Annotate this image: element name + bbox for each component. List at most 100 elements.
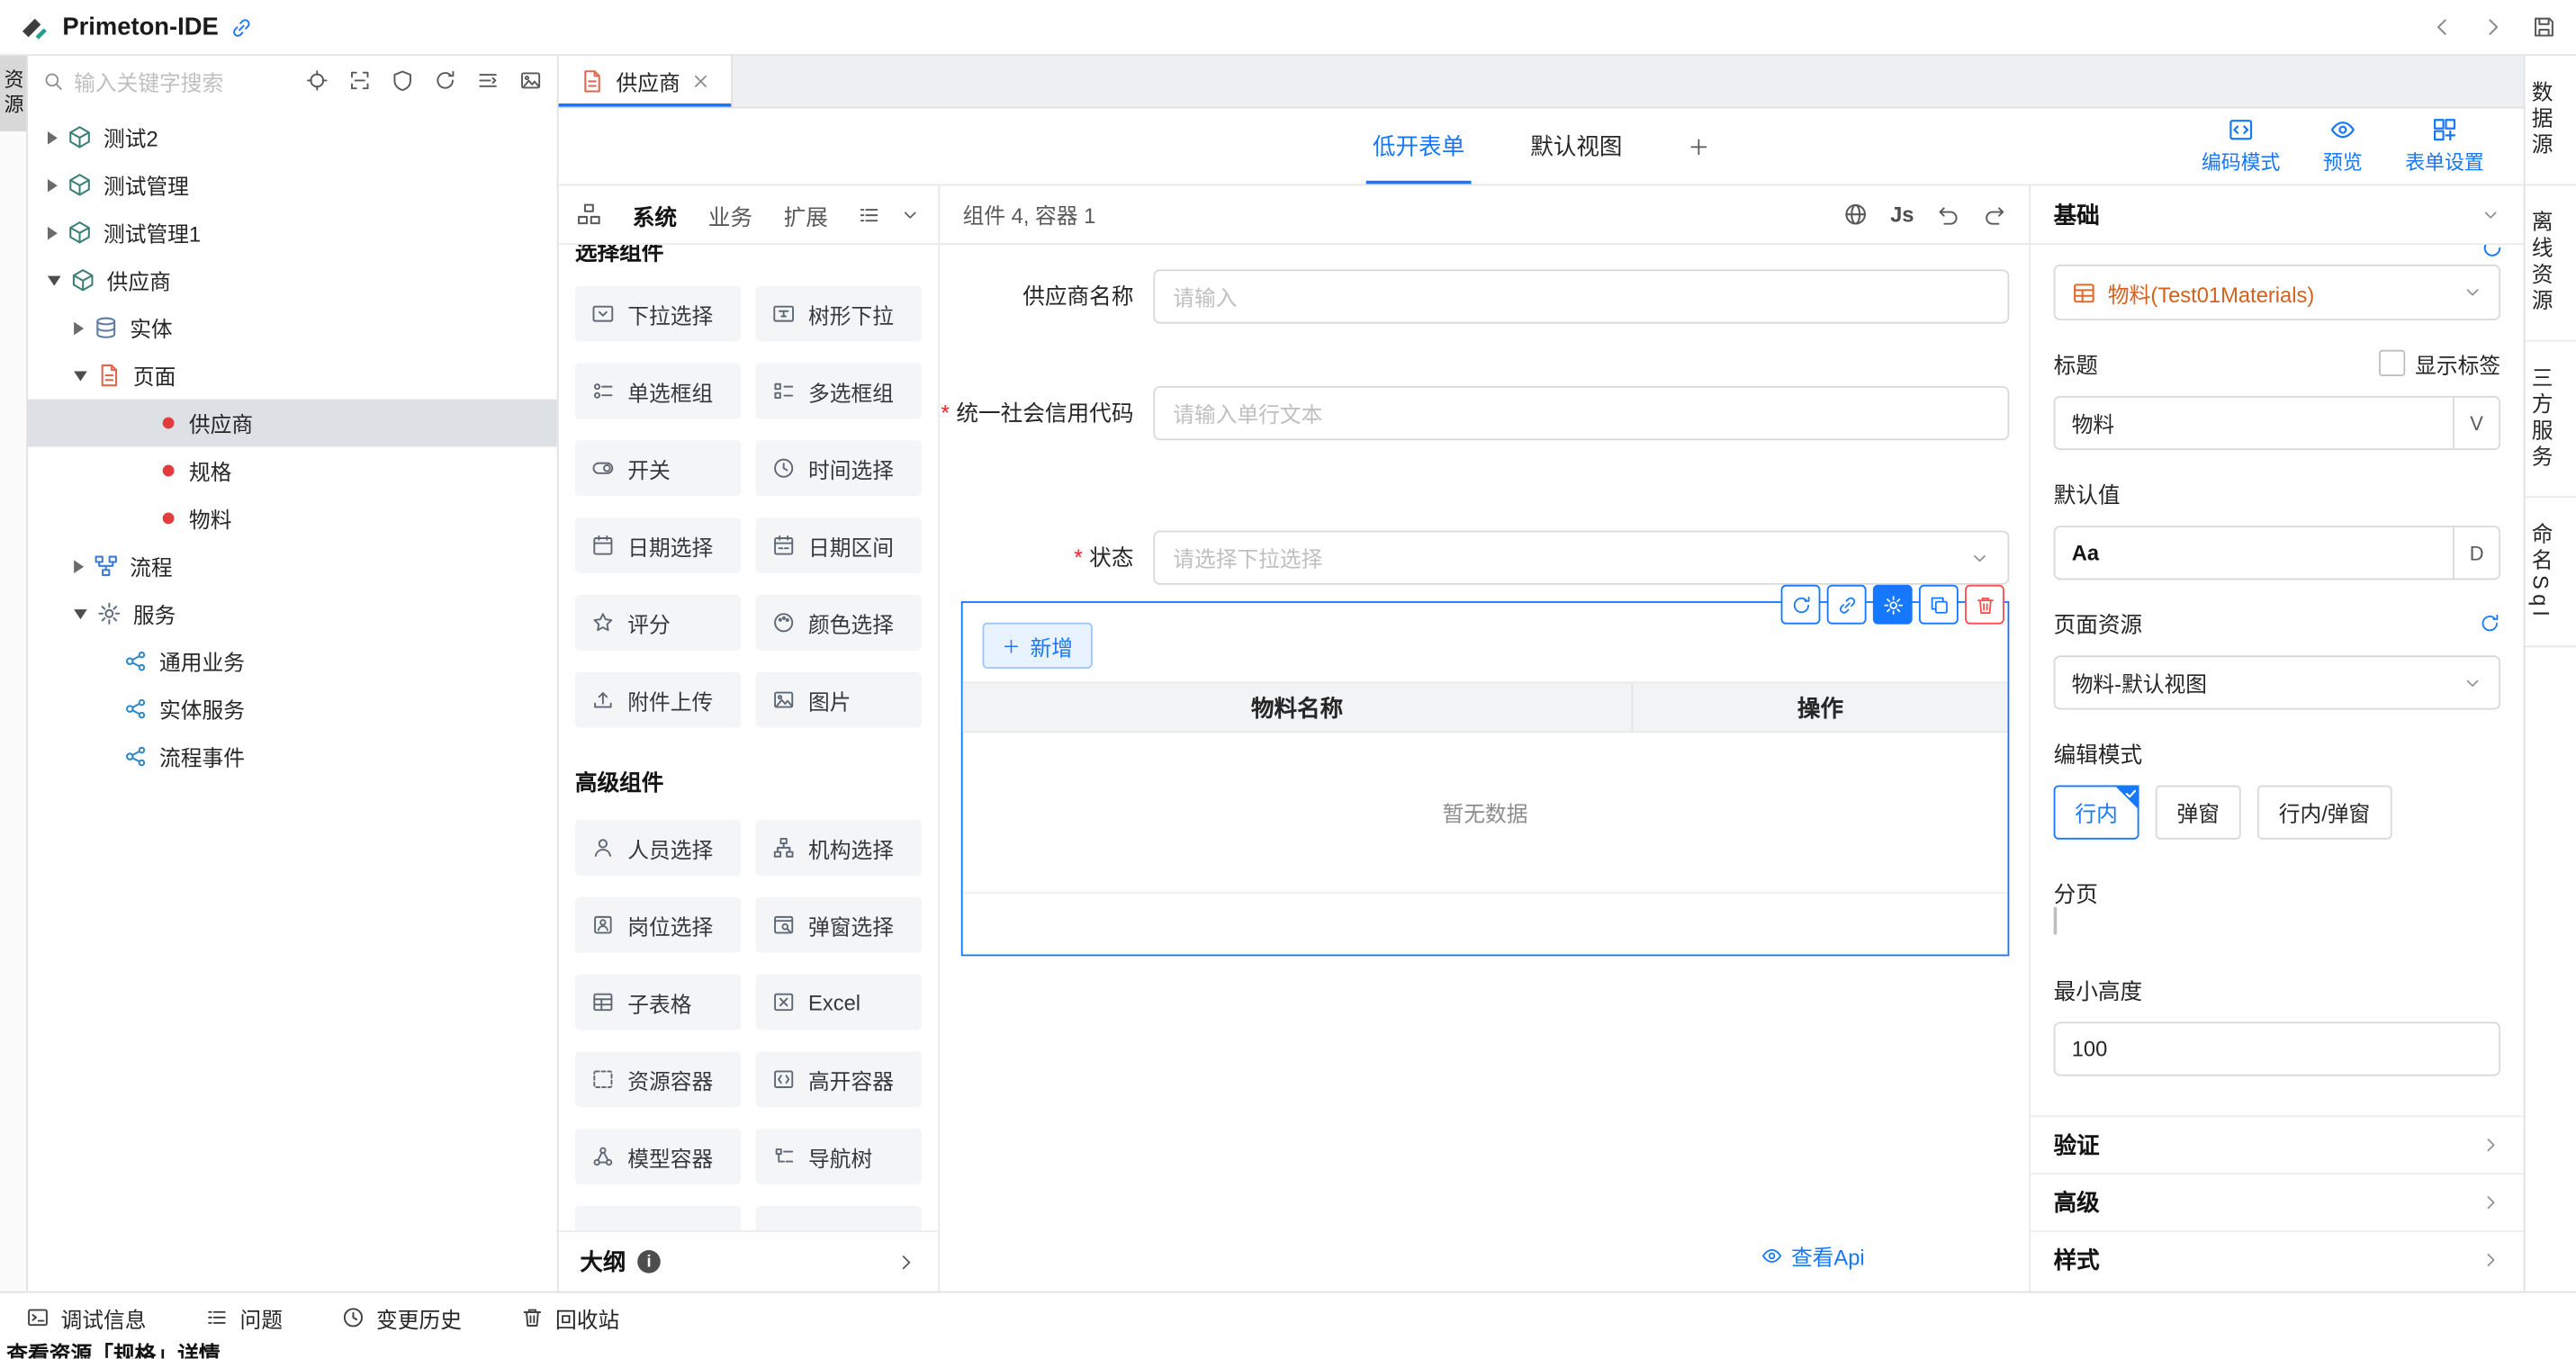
- view-tab-default-view[interactable]: 默认视图: [1530, 108, 1622, 184]
- form-field-social-credit-code[interactable]: 统一社会信用代码 请输入单行文本: [940, 386, 2009, 440]
- caret-down-icon[interactable]: [74, 371, 87, 381]
- tree-item[interactable]: 测试2: [28, 113, 557, 161]
- text-input[interactable]: 请输入: [1153, 269, 2009, 323]
- form-field-supplier-name[interactable]: 供应商名称 请输入: [940, 269, 2009, 323]
- caret-right-icon[interactable]: [48, 178, 58, 192]
- tree-item[interactable]: 流程: [28, 542, 557, 590]
- text-input[interactable]: 请输入单行文本: [1153, 386, 2009, 440]
- palette-tab-extension[interactable]: 扩展: [784, 198, 828, 231]
- rail-tab-named-sql[interactable]: 命名Sql: [2525, 498, 2576, 647]
- component-button-nav-tree[interactable]: 导航树: [756, 1129, 922, 1184]
- undo-icon[interactable]: [1937, 202, 1960, 226]
- form-settings-button[interactable]: 表单设置: [2405, 117, 2484, 176]
- checkbox-icon[interactable]: [2379, 350, 2405, 376]
- dynamic-suffix-button[interactable]: D: [2453, 527, 2499, 579]
- settings-button[interactable]: [1873, 585, 1913, 625]
- nav-back-icon[interactable]: [2430, 14, 2454, 39]
- edit-mode-inline-popup-button[interactable]: 行内/弹窗: [2257, 785, 2391, 839]
- problems-button[interactable]: 问题: [205, 1302, 283, 1334]
- rail-tab-third-party-services[interactable]: 三方服务: [2525, 342, 2576, 498]
- palette-tab-business[interactable]: 业务: [708, 198, 752, 231]
- chevron-down-icon[interactable]: [2481, 204, 2500, 224]
- title-input[interactable]: 物料: [2055, 398, 2453, 449]
- component-button-org[interactable]: 机构选择: [756, 820, 922, 876]
- collapse-all-icon[interactable]: [476, 69, 500, 93]
- component-button-select[interactable]: 下拉选择: [575, 286, 741, 342]
- locate-icon[interactable]: [306, 69, 329, 93]
- tree-item[interactable]: 供应商: [28, 256, 557, 304]
- shield-icon[interactable]: [391, 69, 414, 93]
- pagination-checkbox[interactable]: [2054, 907, 2058, 935]
- title-input-group[interactable]: 物料 V: [2054, 396, 2500, 450]
- caret-right-icon[interactable]: [74, 560, 84, 573]
- view-api-link[interactable]: 查看Api: [1761, 1240, 1865, 1272]
- globe-icon[interactable]: [1842, 202, 1867, 227]
- refresh-icon[interactable]: [2479, 612, 2500, 634]
- delete-button[interactable]: [1965, 585, 2004, 625]
- tree-item[interactable]: 实体: [28, 304, 557, 352]
- preview-button[interactable]: 预览: [2323, 117, 2363, 176]
- select-input[interactable]: 请选择下拉选择: [1153, 531, 2009, 585]
- props-header[interactable]: 基础: [2031, 185, 2524, 245]
- tree-item[interactable]: 测试管理1: [28, 209, 557, 256]
- rail-tab-data-source[interactable]: 数据源: [2525, 56, 2576, 185]
- section-style[interactable]: 样式: [2031, 1230, 2524, 1288]
- outline-footer[interactable]: 大纲: [559, 1230, 939, 1292]
- link-button[interactable]: [1827, 585, 1867, 625]
- caret-right-icon[interactable]: [48, 130, 58, 144]
- component-button-popup-select[interactable]: 弹窗选择: [756, 897, 922, 953]
- caret-down-icon[interactable]: [48, 275, 61, 285]
- card-view-icon[interactable]: [519, 69, 543, 93]
- list-icon[interactable]: [858, 202, 881, 226]
- doc-tab-supplier[interactable]: 供应商: [559, 56, 734, 107]
- palette-tab-system[interactable]: 系统: [633, 198, 677, 231]
- tree-item[interactable]: 通用业务: [28, 637, 557, 685]
- tree-item[interactable]: 实体服务: [28, 685, 557, 733]
- component-button-date-range[interactable]: 日期区间: [756, 518, 922, 573]
- component-button-switch[interactable]: 开关: [575, 440, 741, 496]
- chevron-right-icon[interactable]: [896, 1251, 917, 1273]
- section-advanced[interactable]: 高级: [2031, 1173, 2524, 1230]
- tree-item-selected[interactable]: 供应商: [28, 400, 557, 447]
- refresh-icon[interactable]: [2481, 245, 2504, 259]
- component-button-partial[interactable]: [575, 1206, 741, 1230]
- section-validation[interactable]: 验证: [2031, 1115, 2524, 1173]
- tree-item[interactable]: 服务: [28, 590, 557, 637]
- add-row-button[interactable]: 新增: [983, 623, 1093, 669]
- caret-down-icon[interactable]: [74, 608, 87, 618]
- tree-item[interactable]: 流程事件: [28, 733, 557, 780]
- component-button-upload[interactable]: 附件上传: [575, 672, 741, 728]
- component-button-post[interactable]: 岗位选择: [575, 897, 741, 953]
- copy-button[interactable]: [1919, 585, 1959, 625]
- sync-button[interactable]: [1781, 585, 1821, 625]
- component-button-model-container[interactable]: 模型容器: [575, 1129, 741, 1184]
- caret-right-icon[interactable]: [48, 226, 58, 239]
- tree-item[interactable]: 页面: [28, 352, 557, 400]
- component-button-color[interactable]: 颜色选择: [756, 595, 922, 651]
- form-field-status[interactable]: 状态 请选择下拉选择: [940, 531, 2009, 585]
- selected-subtable-container[interactable]: 新增 物料名称 操作 暂无数据: [961, 601, 2010, 956]
- debug-info-button[interactable]: 调试信息: [26, 1302, 146, 1334]
- search-input[interactable]: 输入关键字搜索: [74, 65, 285, 96]
- scan-icon[interactable]: [348, 69, 372, 93]
- component-button-image[interactable]: 图片: [756, 672, 922, 728]
- component-button-radio-group[interactable]: 单选框组: [575, 363, 741, 418]
- edit-mode-popup-button[interactable]: 弹窗: [2156, 785, 2241, 839]
- variable-suffix-button[interactable]: V: [2453, 398, 2499, 449]
- refresh-icon[interactable]: [434, 69, 457, 93]
- component-button-subtable[interactable]: 子表格: [575, 974, 741, 1030]
- caret-right-icon[interactable]: [74, 321, 84, 335]
- chevron-down-icon[interactable]: [900, 204, 920, 224]
- rail-tab-offline-resources[interactable]: 离线资源: [2525, 185, 2576, 341]
- tree-item[interactable]: 规格: [28, 446, 557, 494]
- recycle-bin-button[interactable]: 回收站: [521, 1302, 620, 1334]
- bound-resource-select[interactable]: 物料(Test01Materials): [2054, 265, 2500, 320]
- show-label-checkbox[interactable]: 显示标签: [2379, 347, 2500, 379]
- tree-item[interactable]: 测试管理: [28, 161, 557, 209]
- component-button-rate[interactable]: 评分: [575, 595, 741, 651]
- js-button[interactable]: Js: [1890, 202, 1914, 227]
- component-button-resource-container[interactable]: 资源容器: [575, 1051, 741, 1107]
- nav-forward-icon[interactable]: [2481, 14, 2505, 39]
- component-button-person[interactable]: 人员选择: [575, 820, 741, 876]
- component-button-lowcode-container[interactable]: 高开容器: [756, 1051, 922, 1107]
